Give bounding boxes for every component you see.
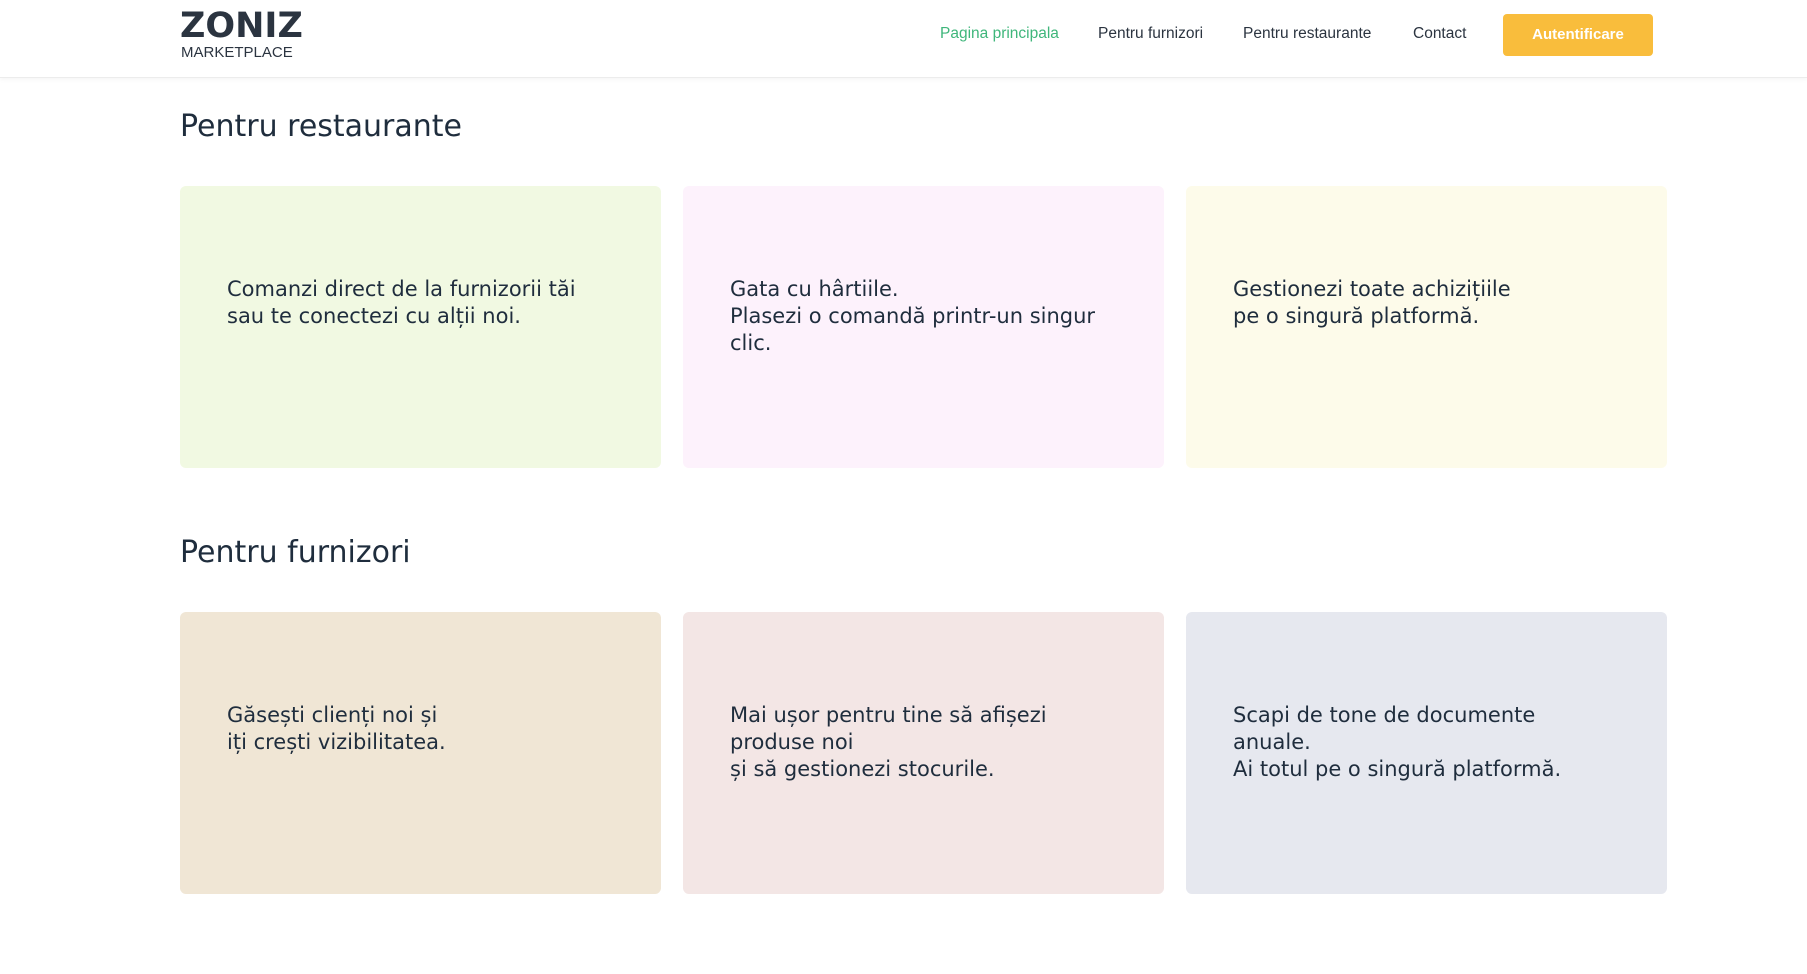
login-button[interactable]: Autentificare <box>1503 14 1653 56</box>
restaurant-card-direct-order: Comanzi direct de la furnizorii tăi sau … <box>180 186 661 468</box>
nav-restaurants[interactable]: Pentru restaurante <box>1243 22 1371 46</box>
logo-subtitle: MARKETPLACE <box>181 44 293 61</box>
supplier-card-documents: Scapi de tone de documente anuale. Ai to… <box>1186 612 1667 894</box>
card-text: Găsești clienți noi și iți crești vizibi… <box>227 703 446 754</box>
zoniz-logo[interactable]: ZONIZ MARKETPLACE <box>180 6 310 66</box>
restaurant-card-single-platform: Gestionezi toate achizițiile pe o singur… <box>1186 186 1667 468</box>
card-text: Gestionezi toate achizițiile pe o singur… <box>1233 277 1511 328</box>
section-title-restaurants: Pentru restaurante <box>180 109 463 144</box>
logo-wordmark: ZONIZ <box>180 6 303 46</box>
site-header: ZONIZ MARKETPLACE Pagina principala Pent… <box>0 0 1807 78</box>
restaurant-card-no-paper: Gata cu hârtiile. Plasezi o comandă prin… <box>683 186 1164 468</box>
nav-suppliers[interactable]: Pentru furnizori <box>1098 22 1203 46</box>
nav-contact[interactable]: Contact <box>1413 22 1466 46</box>
supplier-card-new-clients: Găsești clienți noi și iți crești vizibi… <box>180 612 661 894</box>
nav-home[interactable]: Pagina principala <box>940 22 1059 46</box>
card-text: Comanzi direct de la furnizorii tăi sau … <box>227 277 576 328</box>
supplier-card-stock-management: Mai ușor pentru tine să afișezi produse … <box>683 612 1164 894</box>
section-title-suppliers: Pentru furnizori <box>180 535 411 570</box>
card-text: Scapi de tone de documente anuale. Ai to… <box>1233 703 1562 781</box>
card-text: Gata cu hârtiile. Plasezi o comandă prin… <box>730 277 1096 355</box>
card-text: Mai ușor pentru tine să afișezi produse … <box>730 703 1047 781</box>
